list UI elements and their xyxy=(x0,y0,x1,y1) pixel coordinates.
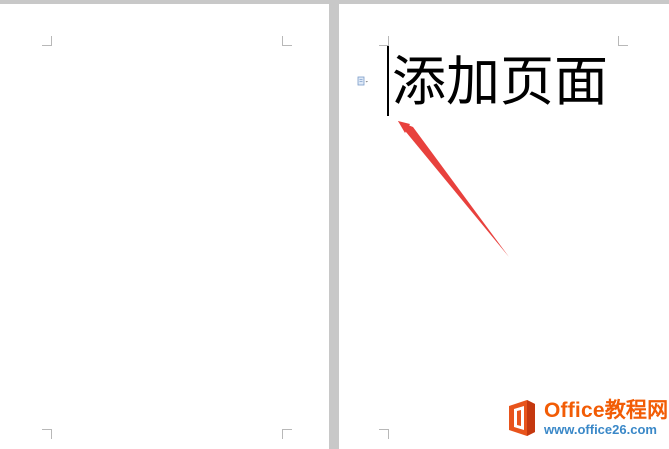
office-logo-icon xyxy=(509,400,535,436)
paste-options-icon[interactable] xyxy=(357,76,369,86)
margin-corner-top-right xyxy=(618,36,628,46)
text-cursor xyxy=(387,46,389,116)
watermark-url: www.office26.com xyxy=(544,421,657,437)
margin-corner-top-left xyxy=(379,36,389,46)
margin-corner-top-right xyxy=(282,36,292,46)
document-page-left[interactable] xyxy=(0,4,329,449)
margin-corner-bottom-left xyxy=(379,429,389,439)
margin-corner-bottom-right xyxy=(282,429,292,439)
margin-corner-bottom-left xyxy=(42,429,52,439)
margin-corner-top-left xyxy=(42,36,52,46)
watermark-title: Office教程网 xyxy=(544,398,669,422)
document-text[interactable]: 添加页面 xyxy=(392,44,608,120)
watermark: Office教程网 www.office26.com xyxy=(505,398,668,438)
